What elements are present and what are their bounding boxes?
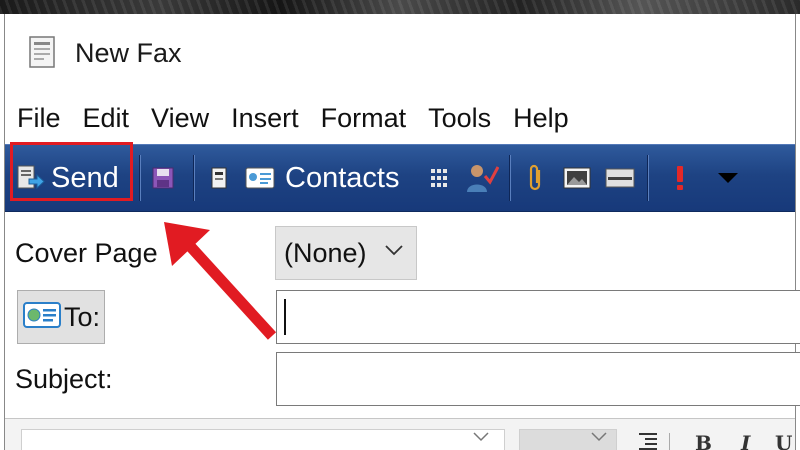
menu-insert[interactable]: Insert (220, 98, 310, 138)
bold-icon[interactable]: B (695, 431, 712, 450)
attach-file-button[interactable] (209, 151, 229, 205)
contacts-button[interactable]: Contacts (245, 151, 399, 205)
formatting-toolbar: B I U (5, 418, 795, 450)
document-icon (209, 166, 229, 190)
window-title: New Fax (75, 38, 182, 68)
menu-bar: File Edit View Insert Format Tools Help (5, 98, 795, 138)
underline-icon[interactable]: U (775, 431, 792, 450)
chevron-down-icon (384, 243, 404, 262)
menu-help[interactable]: Help (502, 98, 580, 138)
horizontal-line-icon (605, 166, 635, 190)
font-name-dropdown[interactable] (21, 429, 505, 450)
menu-format[interactable]: Format (310, 98, 418, 138)
screenshot: New Fax File Edit View Insert Format Too… (0, 0, 800, 450)
toolbar-separator (647, 155, 649, 201)
menu-edit[interactable]: Edit (72, 98, 141, 138)
toolbar-separator (669, 433, 670, 450)
importance-high-button[interactable] (673, 151, 687, 205)
background-photo-strip (0, 0, 800, 14)
address-book-icon (22, 300, 62, 335)
address-card-icon (245, 167, 275, 189)
cover-page-label: Cover Page (15, 238, 158, 268)
check-names-button[interactable] (465, 151, 499, 205)
toolbar-options-dropdown[interactable] (717, 151, 739, 205)
send-highlight-box (10, 142, 133, 201)
annotation-arrow-icon (164, 222, 277, 340)
floppy-disk-icon (151, 166, 175, 190)
person-check-icon (465, 162, 499, 194)
title-bar: New Fax (5, 14, 795, 92)
menu-view[interactable]: View (140, 98, 220, 138)
contacts-label: Contacts (285, 161, 400, 194)
chevron-down-icon (471, 429, 491, 448)
grid-icon (429, 167, 449, 189)
save-button[interactable] (151, 151, 175, 205)
subject-input[interactable] (276, 352, 800, 406)
paragraph-style-icon[interactable] (637, 431, 659, 450)
subject-label: Subject: (15, 364, 113, 394)
new-fax-window: New Fax File Edit View Insert Format Too… (4, 14, 800, 450)
menu-file[interactable]: File (5, 98, 72, 138)
picture-icon (563, 166, 591, 190)
attach-item-button[interactable] (527, 151, 545, 205)
menu-tools[interactable]: Tools (417, 98, 502, 138)
toolbar-separator (193, 155, 195, 201)
insert-picture-button[interactable] (563, 151, 591, 205)
paperclip-icon (527, 163, 545, 193)
exclamation-icon (673, 164, 687, 192)
chevron-down-icon (589, 429, 609, 448)
cover-page-dropdown[interactable]: (None) (275, 226, 417, 280)
fax-document-icon (27, 36, 59, 70)
caret-down-icon (717, 171, 739, 185)
to-input[interactable] (276, 290, 800, 344)
select-names-button[interactable] (429, 151, 449, 205)
italic-icon[interactable]: I (741, 431, 750, 450)
cover-page-value: (None) (284, 237, 367, 268)
to-button[interactable]: To: (17, 290, 105, 344)
to-label: To: (64, 301, 101, 332)
toolbar-separator (139, 155, 141, 201)
insert-line-button[interactable] (605, 151, 635, 205)
toolbar-separator (509, 155, 511, 201)
